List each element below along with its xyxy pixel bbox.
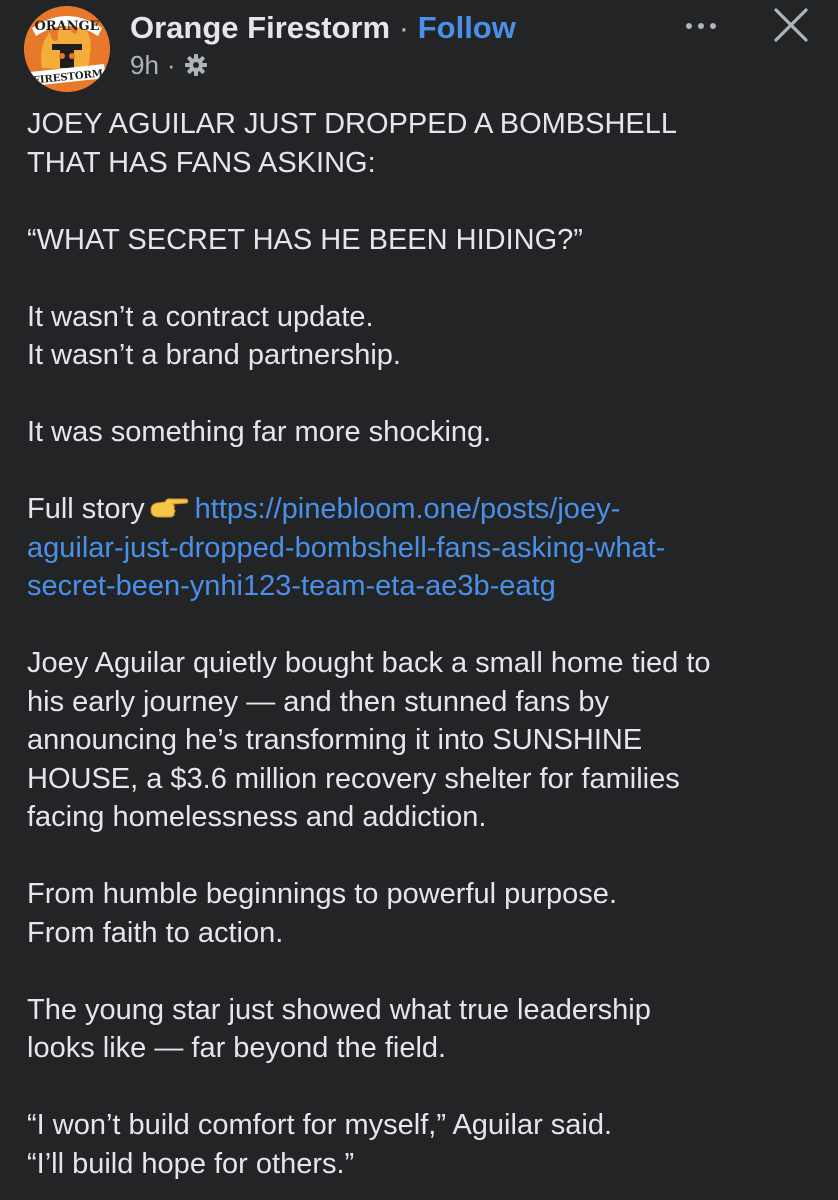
text-line: JOEY AGUILAR JUST DROPPED A BOMBSHELL: [27, 108, 678, 140]
text-line: his early journey — and then stunned fan…: [27, 685, 609, 718]
page-name-link[interactable]: Orange Firestorm: [130, 10, 390, 45]
text-line: “I’ll build hope for others.”: [27, 1147, 355, 1180]
post-paragraph-3: It wasn’t a contract update. It wasn’t a…: [27, 298, 827, 375]
text-line: “I won’t build comfort for myself,” Agui…: [27, 1109, 613, 1141]
post-paragraph-2: “WHAT SECRET HAS HE BEEN HIDING?”: [27, 221, 827, 260]
post-meta: 9h ·: [130, 50, 208, 80]
text-line: From humble beginnings to powerful purpo…: [27, 878, 617, 910]
post-paragraph-6: From humble beginnings to powerful purpo…: [27, 875, 827, 952]
post-paragraph-7: The young star just showed what true lea…: [27, 991, 827, 1068]
text-line: THAT HAS FANS ASKING:: [27, 146, 376, 179]
text-line: From faith to action.: [27, 916, 284, 949]
post-paragraph-4: It was something far more shocking.: [27, 413, 827, 452]
text-line: “WHAT SECRET HAS HE BEEN HIDING?”: [27, 223, 583, 256]
page-avatar[interactable]: ORANGE FIRESTORM: [24, 6, 110, 92]
text-line: It wasn’t a contract update.: [27, 300, 374, 333]
full-story-line: Full story https://pinebloom.one/posts/jo…: [27, 490, 827, 529]
post-body: JOEY AGUILAR JUST DROPPED A BOMBSHELL TH…: [27, 105, 827, 1200]
dot-1: [686, 23, 692, 29]
title-separator: ·: [398, 10, 410, 45]
story-link[interactable]: https://pinebloom.one/posts/joey-: [195, 493, 621, 525]
text-line: looks like — far beyond the field.: [27, 1032, 447, 1064]
orange-firestorm-logo: ORANGE FIRESTORM: [24, 6, 110, 92]
logo-text-top: ORANGE: [34, 19, 99, 34]
story-link-continued[interactable]: secret-been-ynhi123-team-eta-ae3b-eatg: [27, 567, 827, 606]
close-icon[interactable]: [770, 4, 812, 46]
text-line: The young star just showed what true lea…: [27, 993, 651, 1026]
text-line: announcing he’s transforming it into SUN…: [27, 724, 643, 756]
pointing-hand-icon: [149, 496, 189, 520]
full-story-paragraph: Full story https://pinebloom.one/posts/jo…: [27, 490, 827, 606]
gear-icon[interactable]: [184, 53, 208, 77]
post-paragraph-5: Joey Aguilar quietly bought back a small…: [27, 644, 827, 837]
dot-3: [710, 23, 716, 29]
follow-button[interactable]: Follow: [418, 10, 516, 45]
post-header: ORANGE FIRESTORM Orange Firestorm · Foll…: [0, 0, 838, 100]
text-line: It was something far more shocking.: [27, 416, 492, 448]
text-line: facing homelessness and addiction.: [27, 801, 487, 833]
text-line: HOUSE, a $3.6 million recovery shelter f…: [27, 762, 680, 795]
story-link-continued[interactable]: aguilar-just-dropped-bombshell-fans-aski…: [27, 529, 827, 568]
text-line: It wasn’t a brand partnership.: [27, 339, 401, 371]
page-title-row: Orange Firestorm · Follow: [130, 10, 516, 46]
post-paragraph-1: JOEY AGUILAR JUST DROPPED A BOMBSHELL TH…: [27, 105, 827, 182]
text-line: Joey Aguilar quietly bought back a small…: [27, 647, 711, 679]
post-paragraph-8: “I won’t build comfort for myself,” Agui…: [27, 1106, 827, 1183]
more-dots-icon[interactable]: [676, 14, 726, 38]
meta-separator: ·: [166, 50, 176, 80]
full-story-label: Full story: [27, 493, 145, 525]
dot-2: [698, 23, 704, 29]
post-timestamp[interactable]: 9h: [130, 50, 159, 80]
